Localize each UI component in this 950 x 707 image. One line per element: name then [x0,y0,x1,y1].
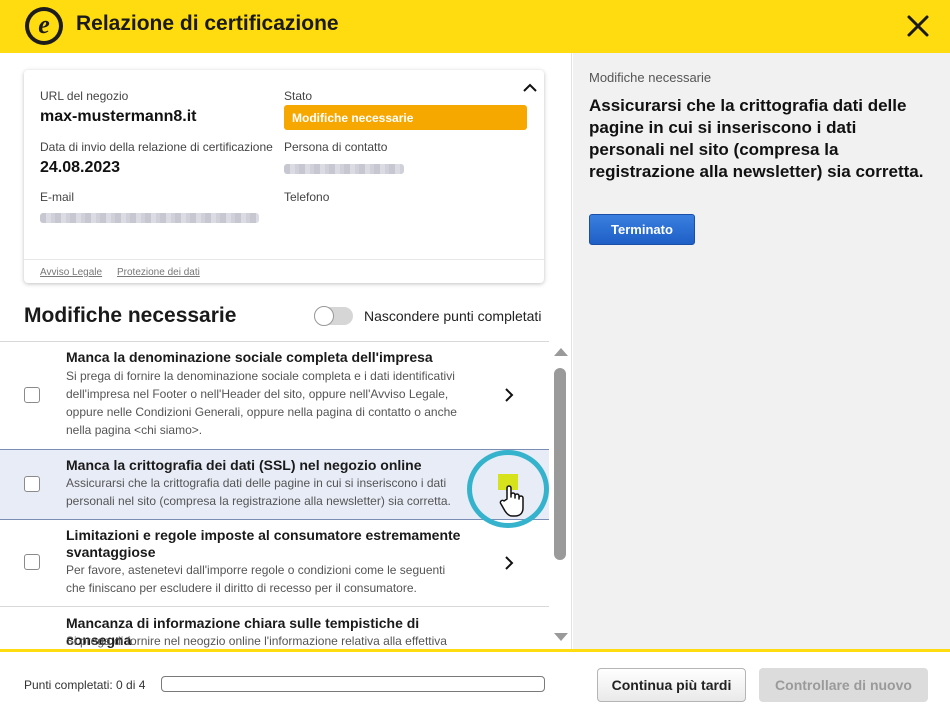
list-item[interactable]: Limitazioni e regole imposte al consumat… [0,520,549,607]
collapse-chevron-up-icon[interactable] [520,78,540,98]
required-changes-list: Manca la denominazione sociale completa … [0,341,549,649]
detail-label: Modifiche necessarie [589,70,712,85]
list-item[interactable]: Manca la denominazione sociale completa … [0,342,549,450]
phone-label: Telefono [284,190,330,204]
progress-label: Punti completati: 0 di 4 [24,678,146,692]
toggle-knob [314,306,334,326]
item-description: Si prega di fornire nel neogzio online l… [66,634,447,648]
recheck-button[interactable]: Controllare di nuovo [759,668,928,702]
logo-letter: e [29,11,59,41]
trusted-shops-logo-icon: e [25,7,63,45]
item-checkbox[interactable] [24,476,40,492]
shop-url-label: URL del negozio [40,89,129,103]
status-label: Stato [284,89,313,103]
footer-bar: Punti completati: 0 di 4 Continua più ta… [0,649,950,707]
date-value: 24.08.2023 [40,159,121,176]
chevron-right-icon[interactable] [500,475,518,493]
detail-panel: Modifiche necessarie Assicurarsi che la … [573,53,950,649]
contact-label: Persona di contatto [284,140,388,154]
shop-url-value: max-mustermann8.it [40,108,197,125]
item-checkbox[interactable] [24,554,40,570]
item-checkbox[interactable] [24,387,40,403]
contact-value-blurred [284,164,404,174]
date-label: Data di invio della relazione di certifi… [40,140,273,154]
item-title: Manca la crittografia dei dati (SSL) nel… [66,457,422,473]
status-badge: Modifiche necessarie [284,105,527,130]
scroll-up-arrow-icon[interactable] [554,348,568,356]
dialog-title: Relazione di certificazione [76,12,339,35]
toggle-label: Nascondere punti completati [364,308,542,324]
shop-info-card: URL del negozio max-mustermann8.it Stato… [24,70,544,283]
legal-notice-link[interactable]: Avviso Legale [40,267,102,278]
detail-heading: Assicurarsi che la crittografia dati del… [589,96,924,181]
item-title: Manca la denominazione sociale completa … [66,349,433,365]
hide-completed-toggle[interactable] [314,306,353,326]
list-item-selected[interactable]: Manca la crittografia dei dati (SSL) nel… [0,449,549,520]
item-description: Per favore, astenetevi dall'imporre rego… [66,563,446,595]
scrollbar-thumb[interactable] [554,368,566,560]
item-title: Limitazioni e regole imposte al consumat… [66,527,461,560]
left-panel: URL del negozio max-mustermann8.it Stato… [0,53,572,649]
continue-later-button[interactable]: Continua più tardi [597,668,746,702]
item-description: Assicurarsi che la crittografia dati del… [66,476,451,508]
section-title: Modifiche necessarie [24,304,237,327]
list-scrollbar[interactable] [551,341,570,649]
list-item[interactable]: Mancanza di informazione chiara sulle te… [0,607,549,649]
title-bar: e Relazione di certificazione [0,0,950,53]
email-label: E-mail [40,190,75,204]
item-description: Si prega di fornire la denominazione soc… [66,369,457,437]
chevron-right-icon[interactable] [500,386,518,404]
card-footer: Avviso Legale Protezione dei dati [24,259,544,283]
progress-bar [161,676,545,692]
done-button[interactable]: Terminato [589,214,695,245]
email-value-blurred [40,213,259,223]
privacy-link[interactable]: Protezione dei dati [117,267,200,278]
chevron-right-icon[interactable] [500,554,518,572]
scroll-down-arrow-icon[interactable] [554,633,568,641]
close-icon[interactable] [903,11,933,41]
